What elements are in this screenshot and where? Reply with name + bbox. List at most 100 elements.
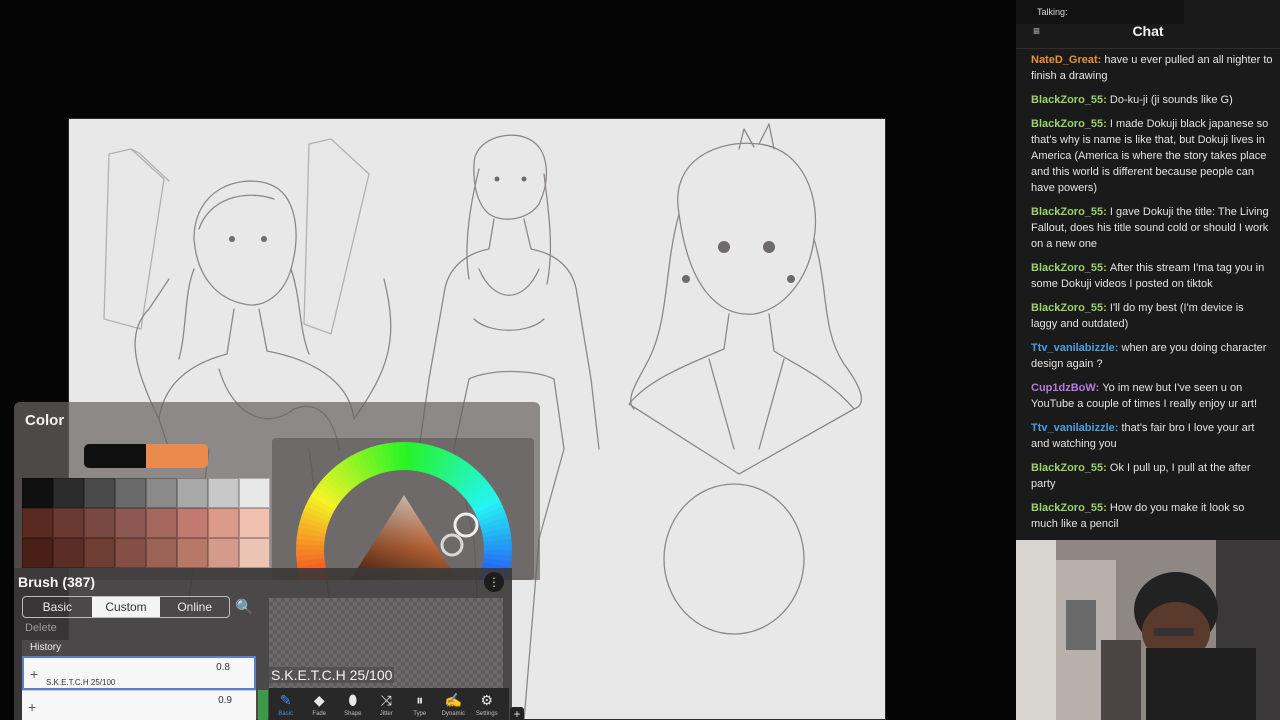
palette-swatch[interactable] xyxy=(177,478,208,508)
tool-fade[interactable]: ◆ Fade xyxy=(303,688,337,720)
color-palette xyxy=(22,478,270,568)
scroll-indicator xyxy=(258,690,268,720)
chat-separator: : xyxy=(1103,262,1110,274)
more-options-icon[interactable]: ⋮ xyxy=(484,572,504,592)
chat-separator: : xyxy=(1103,502,1110,514)
palette-swatch[interactable] xyxy=(22,508,53,538)
palette-swatch[interactable] xyxy=(84,538,115,568)
palette-swatch[interactable] xyxy=(53,508,84,538)
chat-message: BlackZoro_55: Ok I pull up, I pull at th… xyxy=(1031,460,1273,492)
chat-username[interactable]: BlackZoro_55 xyxy=(1031,502,1103,514)
chat-separator: : xyxy=(1103,462,1110,474)
tab-online[interactable]: Online xyxy=(160,597,229,617)
add-icon[interactable]: + xyxy=(30,666,38,682)
palette-swatch[interactable] xyxy=(177,508,208,538)
brush-panel-title: Brush (387) xyxy=(18,574,96,590)
palette-swatch[interactable] xyxy=(208,478,239,508)
search-icon[interactable]: 🔍 xyxy=(235,598,254,616)
chat-username[interactable]: NateD_Great xyxy=(1031,54,1098,66)
tool-label: Jitter xyxy=(379,711,393,717)
brush-list: History + 0.8 S.K.E.T.C.H 25/100 + 0.9 xyxy=(22,640,256,720)
collapse-icon[interactable]: ≡ xyxy=(1033,24,1040,38)
chat-message: Cup1dzBoW: Yo im new but I've seen u on … xyxy=(1031,380,1273,412)
palette-swatch[interactable] xyxy=(84,508,115,538)
chat-message: BlackZoro_55: I'll do my best (I'm devic… xyxy=(1031,300,1273,332)
tab-basic[interactable]: Basic xyxy=(23,597,92,617)
tool-label: Shape xyxy=(344,711,362,717)
chat-message: BlackZoro_55: I made Dokuji black japane… xyxy=(1031,116,1273,196)
tool-dynamic[interactable]: ✍ Dynamic xyxy=(437,688,471,720)
webcam-feed xyxy=(1016,540,1280,720)
chat-username[interactable]: Ttv_vanilabizzle xyxy=(1031,422,1115,434)
palette-swatch[interactable] xyxy=(146,478,177,508)
brush-size-value: 0.9 xyxy=(218,695,232,706)
pen-icon: ✎ xyxy=(279,692,292,708)
palette-swatch[interactable] xyxy=(22,538,53,568)
brush-preview-label: S.K.E.T.C.H 25/100 xyxy=(269,667,395,683)
current-color-swatch[interactable] xyxy=(146,444,208,468)
palette-swatch[interactable] xyxy=(115,478,146,508)
chat-separator: : xyxy=(1103,118,1110,130)
chat-message: NateD_Great: have u ever pulled an all n… xyxy=(1031,52,1273,84)
chat-username[interactable]: BlackZoro_55 xyxy=(1031,302,1103,314)
tab-custom[interactable]: Custom xyxy=(91,597,161,617)
tool-settings[interactable]: ⚙ Settings xyxy=(470,688,504,720)
brush-size-value: 0.8 xyxy=(216,662,230,673)
chat-username[interactable]: BlackZoro_55 xyxy=(1031,118,1103,130)
palette-swatch[interactable] xyxy=(53,478,84,508)
delete-button[interactable]: Delete xyxy=(25,622,57,634)
add-icon[interactable]: + xyxy=(510,707,524,720)
brush-item[interactable]: + 0.9 xyxy=(22,690,256,720)
color-panel-title: Color xyxy=(25,412,65,429)
history-header[interactable]: History xyxy=(22,640,256,656)
fade-icon: ◆ xyxy=(313,692,325,708)
tool-label: Fade xyxy=(312,711,327,717)
chat-message: BlackZoro_55: Do-ku-ji (ji sounds like G… xyxy=(1031,92,1273,108)
type-icon: ⏸ xyxy=(416,692,424,708)
palette-swatch[interactable] xyxy=(146,538,177,568)
chat-panel: Talking: Chat ≡ NateD_Great: have u ever… xyxy=(1016,0,1280,540)
palette-swatch[interactable] xyxy=(115,508,146,538)
saturation-selector[interactable] xyxy=(439,532,469,562)
chat-username[interactable]: BlackZoro_55 xyxy=(1031,206,1103,218)
palette-swatch[interactable] xyxy=(177,538,208,568)
palette-swatch[interactable] xyxy=(53,538,84,568)
palette-swatch[interactable] xyxy=(239,478,270,508)
chat-username[interactable]: BlackZoro_55 xyxy=(1031,262,1103,274)
color-wheel[interactable] xyxy=(276,440,534,580)
add-icon[interactable]: + xyxy=(28,699,36,715)
previous-color-swatch[interactable] xyxy=(84,444,146,468)
tool-label: Dynamic xyxy=(441,711,465,717)
tool-type[interactable]: ⏸ Type xyxy=(403,688,437,720)
chat-message: Ttv_vanilabizzle: when are you doing cha… xyxy=(1031,340,1273,372)
chat-separator: : xyxy=(1103,94,1110,106)
chat-username[interactable]: BlackZoro_55 xyxy=(1031,462,1103,474)
palette-swatch[interactable] xyxy=(84,478,115,508)
divider xyxy=(1016,48,1280,49)
dynamic-icon: ✍ xyxy=(444,692,462,708)
shape-icon: ⬮ xyxy=(348,692,358,708)
brush-item[interactable]: + 0.8 S.K.E.T.C.H 25/100 xyxy=(22,656,256,690)
chat-username[interactable]: Cup1dzBoW xyxy=(1031,382,1096,394)
jitter-icon: ⤨ xyxy=(380,692,392,708)
settings-icon: ⚙ xyxy=(480,692,494,708)
tool-label: Settings xyxy=(475,711,498,717)
palette-swatch[interactable] xyxy=(208,508,239,538)
chat-username[interactable]: BlackZoro_55 xyxy=(1031,94,1103,106)
tool-label: Type xyxy=(413,711,427,717)
palette-swatch[interactable] xyxy=(239,508,270,538)
palette-swatch[interactable] xyxy=(208,538,239,568)
palette-swatch[interactable] xyxy=(239,538,270,568)
palette-swatch[interactable] xyxy=(22,478,53,508)
chat-separator: : xyxy=(1103,302,1110,314)
brush-tabs: Basic Custom Online xyxy=(22,596,230,618)
tool-jitter[interactable]: ⤨ Jitter xyxy=(370,688,404,720)
palette-swatch[interactable] xyxy=(115,538,146,568)
chat-text: Do-ku-ji (ji sounds like G) xyxy=(1109,94,1233,106)
chat-username[interactable]: Ttv_vanilabizzle xyxy=(1031,342,1115,354)
tool-basic[interactable]: ✎ Basic xyxy=(269,688,303,720)
palette-swatch[interactable] xyxy=(146,508,177,538)
chat-message: Ttv_vanilabizzle: that's fair bro I love… xyxy=(1031,420,1273,452)
tool-shape[interactable]: ⬮ Shape xyxy=(336,688,370,720)
screen: Color Brush (387) ⋮ Basic Custom Online … xyxy=(0,0,1280,720)
